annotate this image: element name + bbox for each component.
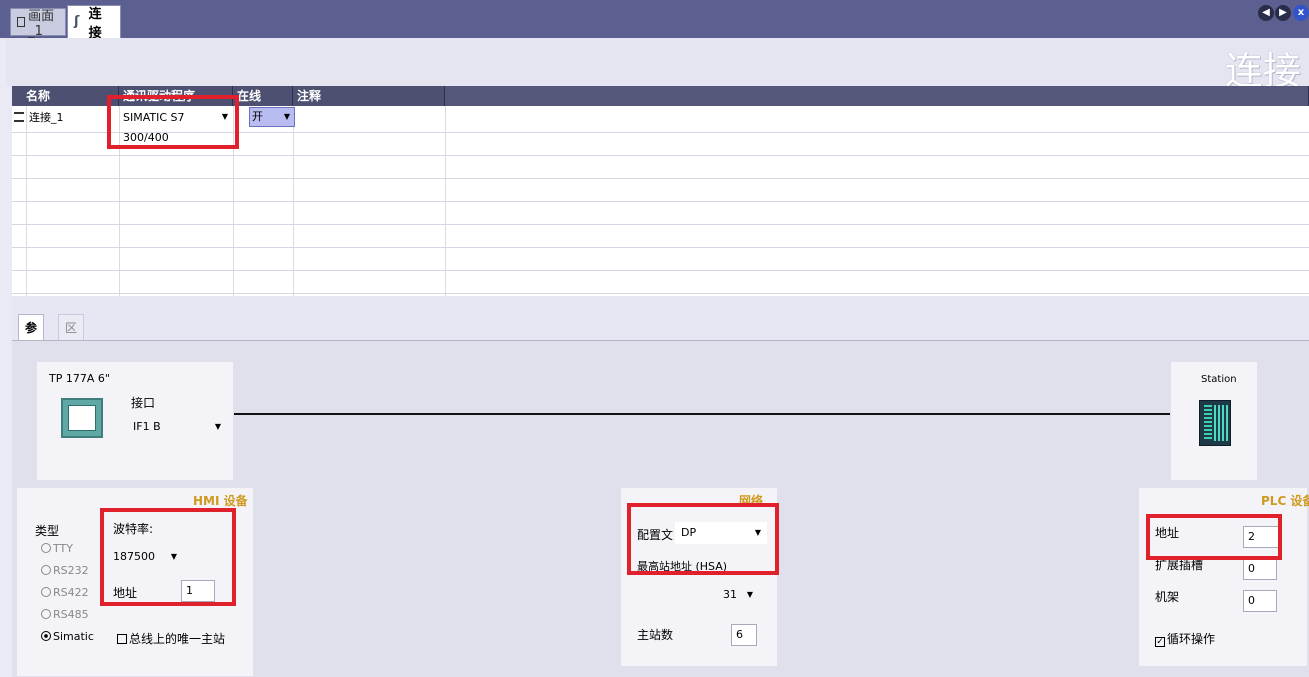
- column-header-name[interactable]: 名称: [12, 86, 119, 106]
- network-line: [234, 413, 1184, 415]
- dropdown-arrow-icon: ▼: [746, 590, 753, 599]
- checkbox-label: 总线上的唯一主站: [129, 632, 226, 646]
- dropdown-arrow-icon: ▼: [214, 422, 221, 431]
- online-cell[interactable]: 开 ▼: [249, 107, 295, 127]
- radio-rs422[interactable]: RS422: [41, 586, 89, 599]
- hmi-model-label: TP 177A 6": [49, 372, 110, 385]
- radio-label: RS232: [53, 564, 89, 577]
- online-value: 开: [252, 110, 263, 123]
- checkbox-icon: [117, 634, 127, 644]
- column-header-comment[interactable]: 注释: [293, 86, 445, 106]
- tab-screen-1[interactable]: 画面_1: [10, 8, 66, 39]
- app-window: 画面_1 ʃ 连接 ◀ ▶ x 连接 名称 通讯驱动程序 在线 注释 连接_1 …: [0, 0, 1309, 677]
- rack-field[interactable]: 0: [1243, 590, 1277, 612]
- plc-station-box: Station: [1170, 361, 1258, 481]
- grid-line: [12, 155, 1309, 156]
- hmi-device-box: TP 177A 6" 接口 IF1 B ▼: [36, 361, 234, 481]
- cyclic-checkbox[interactable]: ✓ 循环操作: [1155, 630, 1215, 647]
- radio-label: Simatic: [53, 630, 94, 643]
- radio-rs232[interactable]: RS232: [41, 564, 89, 577]
- plc-station-icon: [1199, 400, 1231, 446]
- grid-line: [12, 201, 1309, 202]
- highlight-profile: [627, 503, 779, 575]
- masters-field[interactable]: 6: [731, 624, 757, 646]
- interface-select[interactable]: IF1 B ▼: [127, 416, 227, 438]
- properties-panel: 参数 区域指针 TP 177A 6" 接口 IF1 B ▼ Station: [12, 296, 1309, 677]
- previous-tab-icon[interactable]: ◀: [1258, 5, 1274, 21]
- column-header-filler: [445, 86, 1309, 106]
- hmi-panel-icon: [61, 398, 103, 438]
- editor-tab-bar: 画面_1 ʃ 连接 ◀ ▶ x: [0, 0, 1309, 41]
- checkbox-checked-icon: ✓: [1155, 637, 1165, 647]
- grid-line: [12, 224, 1309, 225]
- tab-area-pointer[interactable]: 区域指针: [58, 314, 85, 413]
- highlight-plc-address: [1146, 514, 1282, 560]
- grid-line: [12, 293, 1309, 294]
- comment-cell[interactable]: [296, 108, 444, 128]
- tab-label: 连接: [88, 7, 102, 41]
- highlight-driver: [107, 95, 239, 149]
- highest-address-select[interactable]: 31 ▼: [717, 584, 759, 606]
- masters-label: 主站数: [637, 628, 674, 642]
- interface-value: IF1 B: [133, 420, 161, 433]
- tab-parameters[interactable]: 参数: [18, 314, 45, 361]
- rack-label: 机架: [1155, 590, 1180, 604]
- editor-header: 连接: [6, 38, 1309, 93]
- plc-section-title: PLC 设备: [1261, 494, 1309, 508]
- connection-icon: ʃ: [74, 14, 80, 29]
- interface-label: 接口: [131, 396, 156, 410]
- column-header-online[interactable]: 在线: [233, 86, 293, 106]
- dropdown-arrow-icon[interactable]: ▼: [282, 108, 292, 126]
- row-icon[interactable]: [14, 112, 24, 122]
- close-icon[interactable]: x: [1293, 5, 1309, 21]
- tab-connections[interactable]: ʃ 连接: [67, 5, 121, 41]
- radio-tty[interactable]: TTY: [41, 542, 73, 555]
- grid-line: [12, 178, 1309, 179]
- tab-label: 画面_1: [28, 9, 55, 39]
- next-tab-icon[interactable]: ▶: [1275, 5, 1291, 21]
- radio-rs485[interactable]: RS485: [41, 608, 89, 621]
- slot-field[interactable]: 0: [1243, 558, 1277, 580]
- highlight-baud-address: [100, 508, 236, 606]
- only-master-checkbox[interactable]: 总线上的唯一主站: [117, 630, 225, 647]
- radio-simatic[interactable]: Simatic: [41, 630, 94, 643]
- type-label: 类型: [35, 524, 60, 538]
- checkbox-label: 循环操作: [1167, 632, 1216, 646]
- connection-name-cell[interactable]: 连接_1: [29, 108, 117, 128]
- grid-line: [12, 247, 1309, 248]
- screen-icon: [17, 17, 26, 27]
- station-label: Station: [1201, 374, 1237, 385]
- radio-label: RS422: [53, 586, 89, 599]
- highest-address-value: 31: [723, 588, 737, 601]
- hmi-section-title: HMI 设备: [193, 494, 248, 508]
- radio-label: TTY: [53, 542, 73, 555]
- grid-line: [12, 270, 1309, 271]
- radio-label: RS485: [53, 608, 89, 621]
